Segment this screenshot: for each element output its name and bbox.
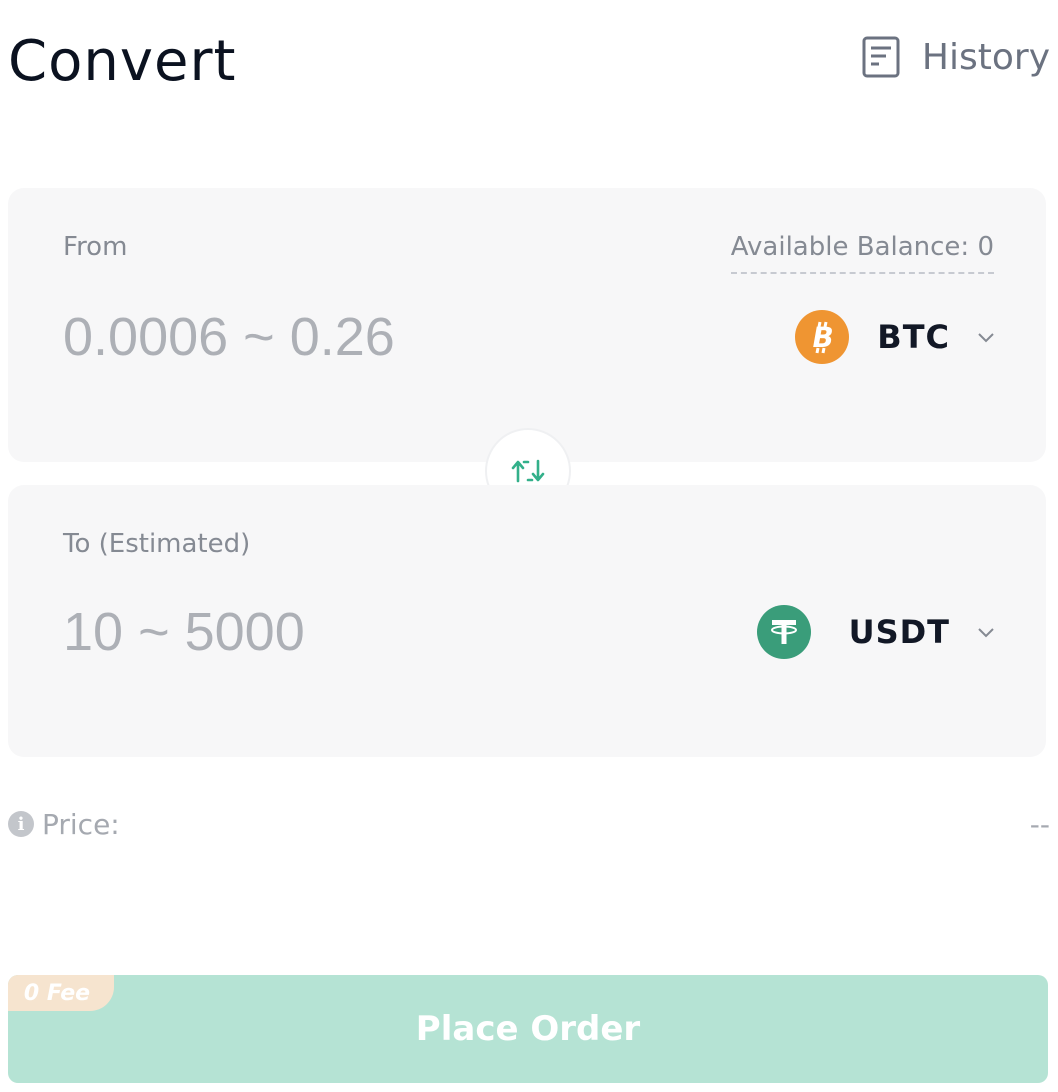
place-order-button[interactable]: Place Order [8,975,1048,1083]
price-label: Price: [42,807,120,841]
from-coin-select[interactable]: B BTC [795,310,996,364]
to-coin-name: USDT [848,613,950,651]
tether-icon [756,605,811,659]
from-label: From [63,232,128,262]
price-label-group: i Price: [8,808,120,841]
to-label: To (Estimated) [63,529,251,559]
history-link[interactable]: History [862,36,1050,78]
price-value: -- [1029,807,1050,841]
from-card: From Available Balance: 0 B BTC [8,188,1046,462]
swap-arrows-icon [511,459,545,483]
to-coin-select[interactable]: USDT [756,605,996,659]
history-label: History [921,36,1050,78]
available-balance[interactable]: Available Balance: 0 [730,232,994,274]
to-amount-input[interactable] [63,601,583,663]
page-title: Convert [8,29,237,94]
document-list-icon [862,36,900,78]
zero-fee-badge: 0 Fee [8,975,114,1011]
to-card: To (Estimated) USDT [8,485,1046,757]
chevron-down-icon [978,333,994,343]
chevron-down-icon [978,628,994,638]
from-amount-input[interactable] [63,306,583,368]
info-icon[interactable]: i [8,811,34,837]
price-row: i Price: -- [8,806,1050,842]
bitcoin-icon: B [795,310,850,364]
from-coin-name: BTC [877,318,950,356]
